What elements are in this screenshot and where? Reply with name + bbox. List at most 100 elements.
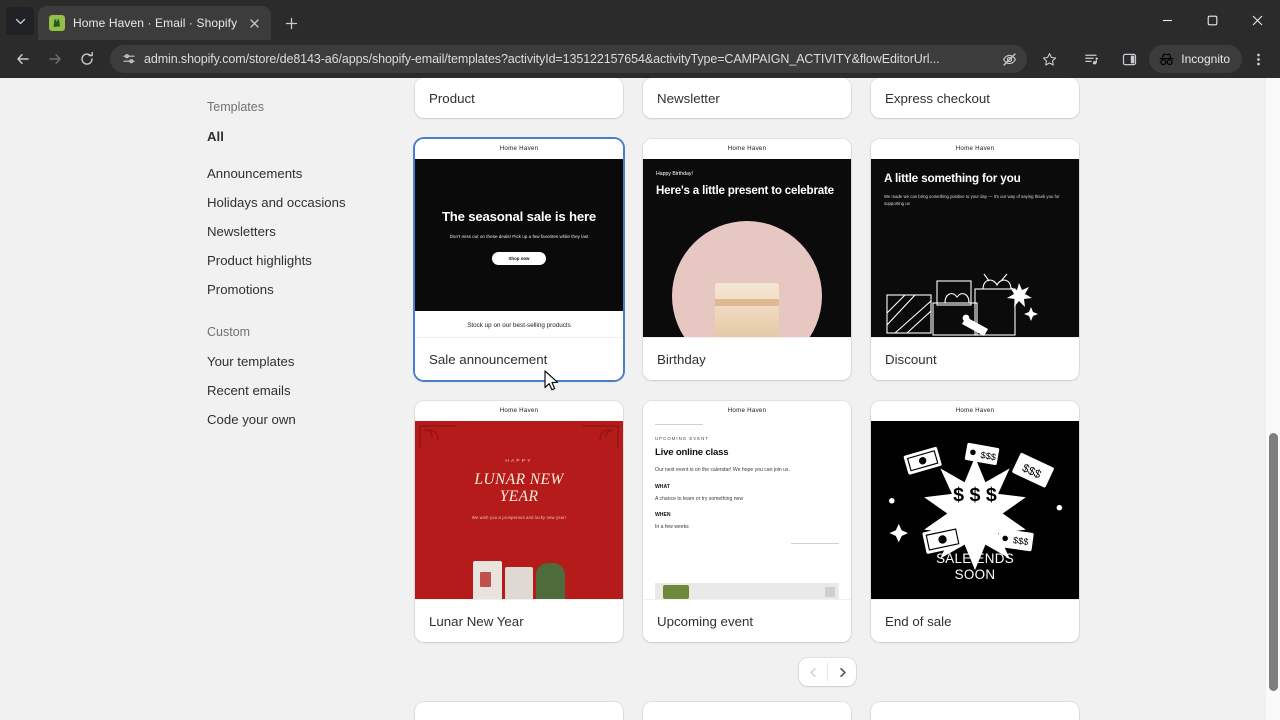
- eye-off-icon: [1003, 52, 1017, 66]
- sidebar-section-custom: Custom: [207, 325, 251, 339]
- minimize-icon: [1163, 19, 1172, 21]
- email-hero-block: Happy Birthday! Here's a little present …: [643, 159, 851, 337]
- maximize-icon: [1207, 15, 1218, 25]
- window-controls: [1145, 0, 1280, 40]
- new-tab-button[interactable]: [277, 9, 305, 37]
- template-card-sale-announcement[interactable]: Home Haven The seasonal sale is here Don…: [415, 139, 623, 380]
- ornament-icon: [419, 425, 456, 448]
- bookmark-button[interactable]: [1035, 45, 1063, 73]
- sidebar-item-holidays-and-occasions[interactable]: Holidays and occasions: [195, 189, 415, 215]
- sidebar-item-promotions[interactable]: Promotions: [195, 276, 415, 302]
- scrollbar-thumb[interactable]: [1269, 433, 1278, 691]
- email-hero-block: A little something for you We made we ca…: [871, 159, 1079, 337]
- star-icon: [1042, 52, 1056, 66]
- email-brand-name: Home Haven: [499, 407, 539, 414]
- divider: [791, 543, 839, 545]
- sidebar-item-label: Promotions: [207, 281, 274, 297]
- back-button[interactable]: [8, 44, 38, 74]
- template-thumbnail: Home Haven A little something for you We…: [871, 139, 1079, 338]
- gift-illustration: [886, 273, 1038, 336]
- email-brand-name: Home Haven: [955, 145, 995, 152]
- template-card-birthday[interactable]: Home Haven Happy Birthday! Here's a litt…: [643, 139, 851, 380]
- pagination-previous-button[interactable]: [799, 658, 827, 686]
- sidebar-item-recent-emails[interactable]: Recent emails: [195, 377, 415, 403]
- ornament-icon: [582, 425, 619, 448]
- email-headline-line2: SOON: [954, 567, 996, 583]
- sidebar-item-newsletters[interactable]: Newsletters: [195, 218, 415, 244]
- sidebar-item-all[interactable]: All: [195, 123, 415, 149]
- template-thumbnail: Home Haven The seasonal sale is here Don…: [415, 139, 623, 338]
- template-thumbnail: Home Haven Happy Birthday! Here's a litt…: [643, 139, 851, 338]
- template-card-next[interactable]: [415, 702, 623, 720]
- tracking-protection-icon[interactable]: [1002, 52, 1017, 67]
- template-card-end-of-sale[interactable]: Home Haven $$$ $$$ $$$ $ $ $ SALE ENDS S…: [871, 401, 1079, 642]
- pagination: [415, 642, 1240, 686]
- email-headline: The seasonal sale is here: [441, 209, 597, 224]
- site-settings-icon[interactable]: [122, 52, 136, 66]
- product-image-placeholder: [655, 583, 839, 599]
- template-card-discount[interactable]: Home Haven A little something for you We…: [871, 139, 1079, 380]
- tab-strip: Home Haven · Email · Shopify: [0, 0, 1280, 40]
- close-icon: [1252, 15, 1263, 25]
- email-eyebrow: UPCOMING EVENT: [655, 436, 710, 441]
- template-card-next[interactable]: [871, 702, 1079, 720]
- address-bar[interactable]: admin.shopify.com/store/de8143-a6/apps/s…: [110, 45, 1028, 73]
- sidebar-section-templates: Templates: [207, 100, 264, 114]
- reload-button[interactable]: [72, 44, 102, 74]
- side-panel-button[interactable]: [1115, 45, 1143, 73]
- divider: [655, 424, 703, 425]
- tab-title: Home Haven · Email · Shopify: [73, 16, 238, 30]
- pagination-next-button[interactable]: [828, 658, 856, 686]
- maximize-button[interactable]: [1190, 0, 1235, 40]
- sidebar-item-product-highlights[interactable]: Product highlights: [195, 247, 415, 273]
- tab-search-button[interactable]: [6, 7, 34, 35]
- email-brand-name: Home Haven: [727, 407, 767, 414]
- minimize-button[interactable]: [1145, 0, 1190, 40]
- page-scrollbar[interactable]: [1265, 78, 1280, 720]
- sidebar-item-announcements[interactable]: Announcements: [195, 160, 415, 186]
- template-card-newsletter[interactable]: Newsletter: [643, 78, 851, 118]
- sidebar-item-label: Product highlights: [207, 252, 312, 268]
- email-headline: Here's a little present to celebrate: [656, 184, 834, 197]
- templates-layout: Templates All Announcements Holidays and…: [0, 78, 1264, 720]
- email-hero-block: HAPPY LUNAR NEW YEAR We wish you a prosp…: [415, 421, 623, 599]
- sidebar-item-your-templates[interactable]: Your templates: [195, 348, 415, 374]
- incognito-indicator[interactable]: Incognito: [1149, 45, 1242, 73]
- templates-row-partial: Product Newsletter Express checkout: [415, 78, 1240, 118]
- email-headline: A little something for you: [884, 171, 1021, 185]
- url-text[interactable]: admin.shopify.com/store/de8143-a6/apps/s…: [144, 52, 994, 66]
- template-card-lunar-new-year[interactable]: Home Haven HAPPY LUNAR NEW YEAR We wish …: [415, 401, 623, 642]
- shopify-bag-glyph: [53, 19, 60, 27]
- reading-list-button[interactable]: [1077, 45, 1105, 73]
- chevron-right-icon: [839, 667, 846, 677]
- plus-icon: [285, 17, 297, 29]
- template-card-next[interactable]: [643, 702, 851, 720]
- email-body-text: Our next event is on the calendar! We ho…: [655, 467, 790, 473]
- email-hero-block: UPCOMING EVENT Live online class Our nex…: [643, 421, 851, 599]
- template-card-upcoming-event[interactable]: Home Haven UPCOMING EVENT Live online cl…: [643, 401, 851, 642]
- sidebar-item-code-your-own[interactable]: Code your own: [195, 406, 415, 432]
- template-thumbnail: Home Haven UPCOMING EVENT Live online cl…: [643, 401, 851, 600]
- reload-icon: [81, 51, 93, 65]
- template-card-product[interactable]: Product: [415, 78, 623, 118]
- close-icon: [250, 18, 259, 28]
- window-close-button[interactable]: [1235, 0, 1280, 40]
- pagination-group: [799, 658, 856, 686]
- tab-close-button[interactable]: [245, 14, 263, 32]
- template-card-label: Sale announcement: [415, 338, 623, 380]
- email-detail-value: A chance to learn or try something new: [655, 496, 744, 503]
- email-brand-name: Home Haven: [727, 145, 767, 152]
- email-headline: Live online class: [655, 447, 729, 458]
- template-card-express-checkout[interactable]: Express checkout: [871, 78, 1079, 118]
- arrow-right-icon: [49, 53, 61, 65]
- forward-button[interactable]: [40, 44, 70, 74]
- email-body-text: Don't miss out on these deals! Pick up a…: [449, 234, 589, 240]
- browser-menu-button[interactable]: [1244, 45, 1272, 73]
- email-detail-label: WHEN: [655, 512, 671, 519]
- svg-text:$$$: $$$: [1012, 535, 1029, 547]
- browser-tab[interactable]: Home Haven · Email · Shopify: [38, 6, 272, 40]
- reading-list-icon: [1084, 54, 1098, 64]
- side-panel-icon: [1122, 53, 1136, 65]
- burst-label: $ $ $: [953, 484, 997, 506]
- sidebar-item-label: All: [207, 128, 224, 144]
